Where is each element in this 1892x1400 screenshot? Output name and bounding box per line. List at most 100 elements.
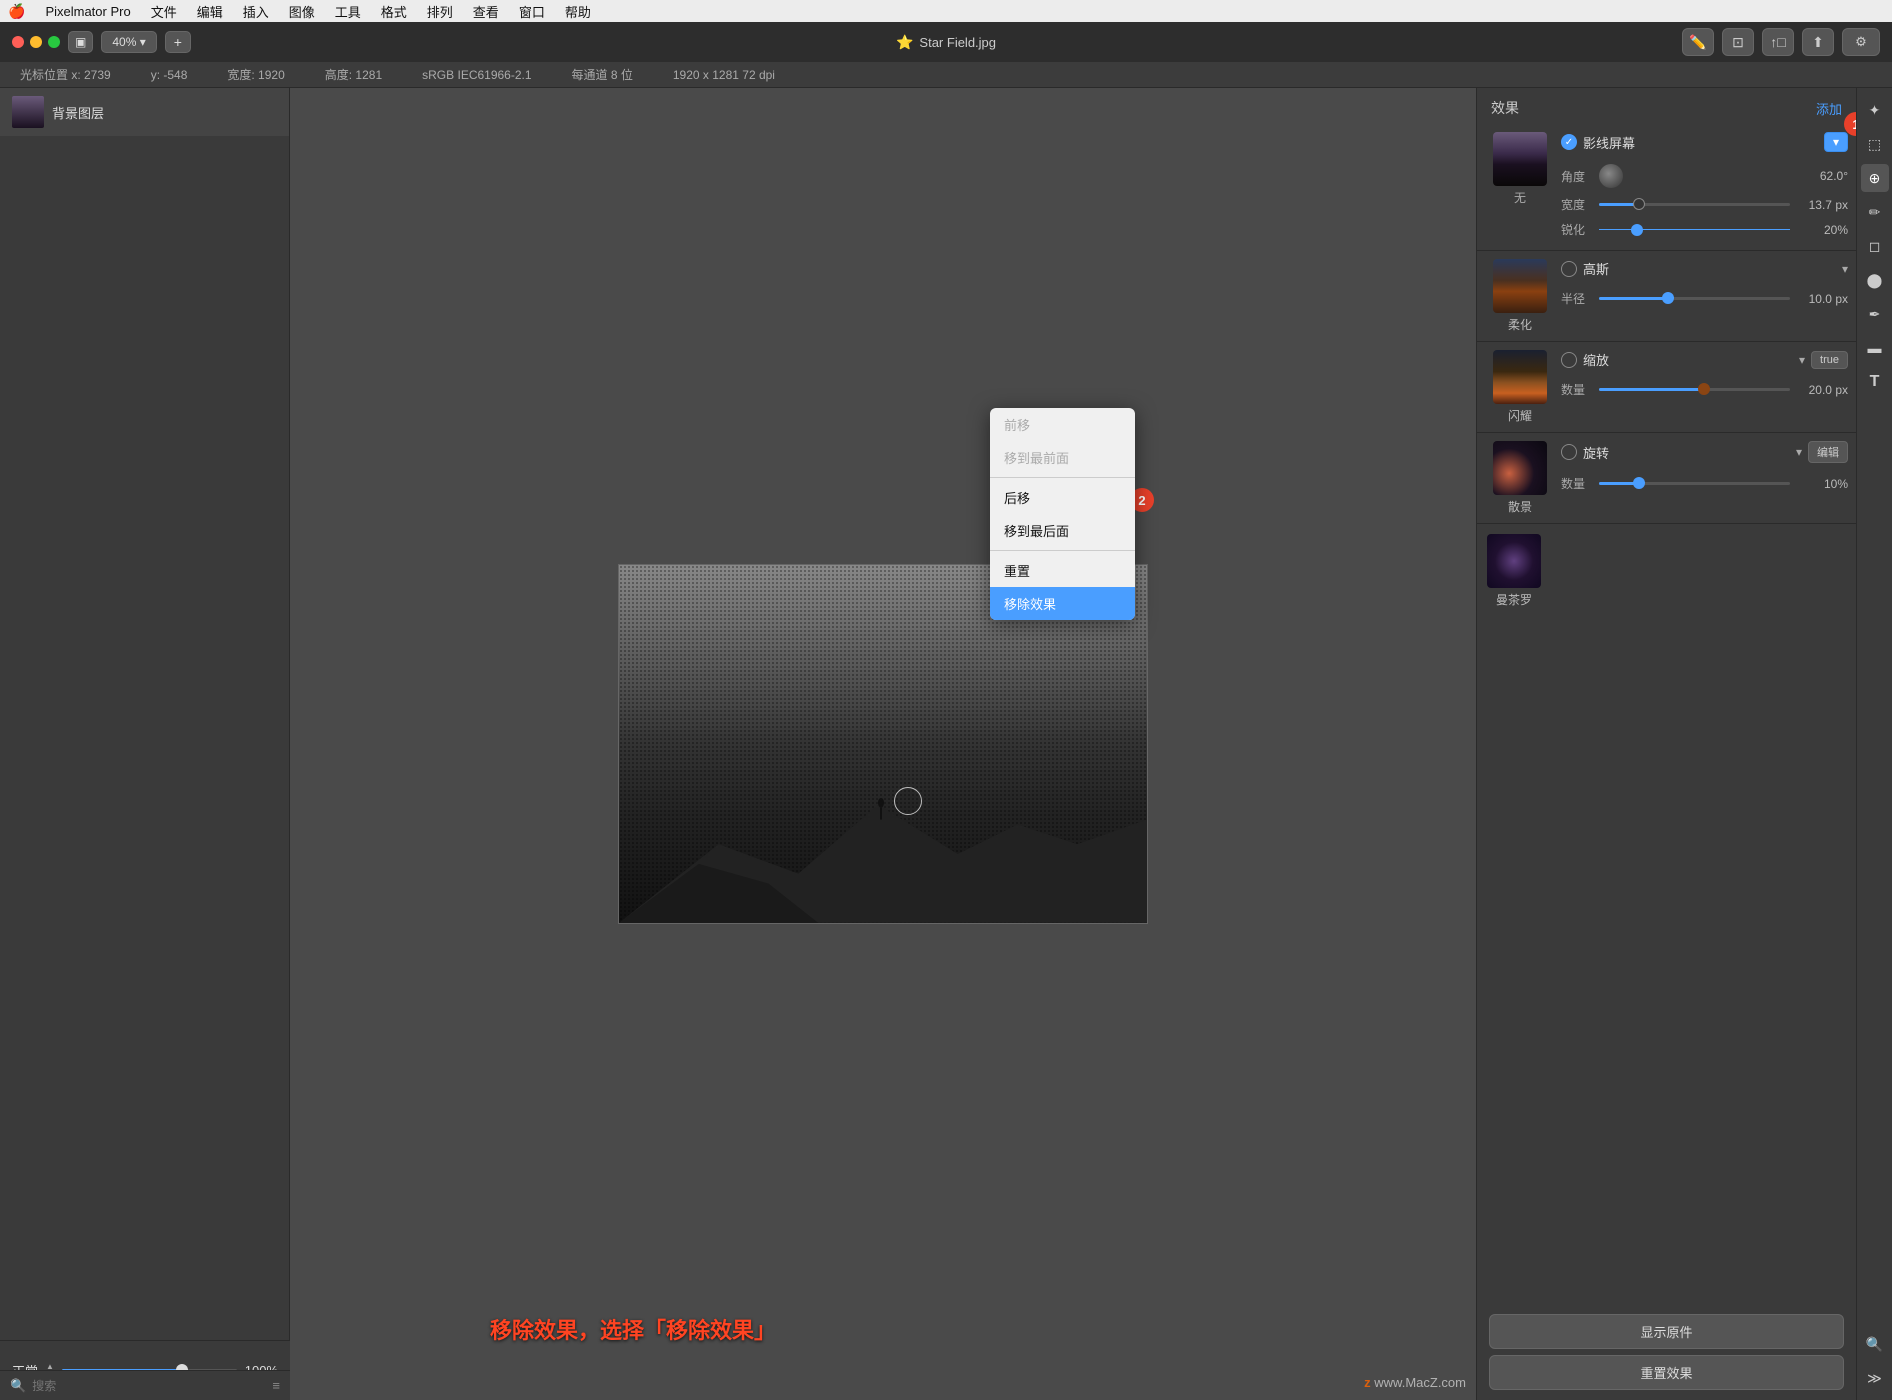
close-button[interactable] <box>12 36 24 48</box>
zoom-selector[interactable]: 40% ▾ <box>101 31 156 53</box>
effect-blur-content: 高斯 ▾ 半径 10.0 px <box>1561 259 1848 311</box>
menu-help[interactable]: 帮助 <box>557 0 599 22</box>
rotate-amount-slider[interactable] <box>1599 482 1790 485</box>
bottom-buttons: 显示原件 重置效果 <box>1477 1304 1856 1400</box>
maximize-button[interactable] <box>48 36 60 48</box>
menu-file[interactable]: 文件 <box>143 0 185 22</box>
crop-btn[interactable]: ⊡ <box>1722 28 1754 56</box>
list-icon[interactable]: ≡ <box>272 1378 280 1393</box>
angle-value: 62.0° <box>1798 169 1848 183</box>
eraser-tool-btn[interactable]: ◻ <box>1861 232 1889 260</box>
text-tool-btn[interactable]: T <box>1861 368 1889 396</box>
dimensions: 1920 x 1281 72 dpi <box>673 68 775 82</box>
effect-zoom-content: 缩放 ▾ true 数量 20.0 px <box>1561 350 1848 402</box>
far-right-toolbar: ✦ ⬚ ⊕ ✏ ◻ ⬤ ✒ ▬ T 🔍 ≫ <box>1856 88 1892 1400</box>
expand-btn[interactable]: ≫ <box>1861 1364 1889 1392</box>
toolbar-right: ✏️ ⊡ ↑□ ⬆ ⚙ <box>1682 28 1880 56</box>
effects-tool-btn[interactable]: ⊕ <box>1861 164 1889 192</box>
menu-format[interactable]: 格式 <box>373 0 415 22</box>
apple-logo[interactable]: 🍎 <box>8 3 25 20</box>
search-input[interactable] <box>32 1379 266 1393</box>
search-icon: 🔍 <box>10 1378 26 1394</box>
zoom-amount-row: 数量 20.0 px <box>1561 377 1848 402</box>
effect-zoom-name: 缩放 <box>1583 350 1793 369</box>
effects-title: 效果 <box>1491 98 1519 118</box>
section-divider-2 <box>1477 341 1856 342</box>
sharpness-value: 20% <box>1798 223 1848 237</box>
no-effect-label: 无 <box>1514 189 1526 206</box>
info-bar: 光标位置 x: 2739 y: -548 宽度: 1920 高度: 1281 s… <box>0 62 1892 88</box>
vignette-width-row: 宽度 13.7 px <box>1561 192 1848 217</box>
title-bar: ▣ 40% ▾ + ⭐ Star Field.jpg ✏️ ⊡ ↑□ ⬆ ⚙ <box>0 22 1892 62</box>
image-width: 宽度: 1920 <box>227 66 284 83</box>
zoom-dropdown-arrow[interactable]: ▾ <box>1799 353 1805 367</box>
settings-btn[interactable]: ⚙ <box>1842 28 1880 56</box>
traffic-lights <box>12 36 60 48</box>
layer-name: 背景图层 <box>52 103 104 122</box>
vignette-width-slider[interactable] <box>1599 203 1790 206</box>
effect-zoom-checkbox[interactable] <box>1561 352 1577 368</box>
view-toggle-icon: ▣ <box>75 35 86 49</box>
effect-zoom-preview: 闪耀 <box>1485 350 1555 424</box>
select-rect-btn[interactable]: ⬚ <box>1861 130 1889 158</box>
export-btn[interactable]: ↑□ <box>1762 28 1794 56</box>
more-effects-row: 曼茶罗 <box>1477 528 1856 614</box>
reset-effects-btn[interactable]: 重置效果 <box>1489 1355 1844 1390</box>
effect-blur-checkbox[interactable] <box>1561 261 1577 277</box>
colorspace: sRGB IEC61966-2.1 <box>422 68 531 82</box>
add-effect-button[interactable]: 添加 <box>1816 99 1842 118</box>
width-value: 13.7 px <box>1798 198 1848 212</box>
angle-circle[interactable] <box>1599 164 1623 188</box>
blur-radius-label: 半径 <box>1561 290 1591 307</box>
menu-pixelmator[interactable]: Pixelmator Pro <box>37 0 138 22</box>
menu-insert[interactable]: 插入 <box>235 0 277 22</box>
color-picker-btn[interactable]: 🔍 <box>1861 1330 1889 1358</box>
menu-view[interactable]: 查看 <box>465 0 507 22</box>
effect-zoom-name-row: 缩放 ▾ true <box>1561 350 1848 369</box>
effect-zoom-edit-btn[interactable]: true <box>1811 351 1848 369</box>
vignette-sharpness-row: 锐化 20% <box>1561 217 1848 242</box>
layer-item[interactable]: 背景图层 <box>0 88 289 136</box>
effect-mandala-thumb <box>1487 534 1541 588</box>
layer-thumbnail <box>12 96 44 128</box>
effect-blur-thumb <box>1493 259 1547 313</box>
menu-edit[interactable]: 编辑 <box>189 0 231 22</box>
menu-tools[interactable]: 工具 <box>327 0 369 22</box>
effect-mandala-label: 曼茶罗 <box>1496 591 1532 608</box>
zoom-amount-label: 数量 <box>1561 381 1591 398</box>
blur-radius-slider[interactable] <box>1599 297 1790 300</box>
effect-vignette-row: 无 ✓ 影线屏幕 ▾ 1 角度 <box>1477 128 1856 246</box>
effect-rotate-edit-btn[interactable]: 编辑 <box>1808 441 1848 463</box>
effect-vignette-dropdown-btn[interactable]: ▾ <box>1824 132 1848 152</box>
blur-radius-value: 10.0 px <box>1798 292 1848 306</box>
shape-rect-btn[interactable]: ▬ <box>1861 334 1889 362</box>
effect-rotate-name-row: 旋转 ▾ 编辑 <box>1561 441 1848 463</box>
file-name: Star Field.jpg <box>919 35 996 50</box>
effect-rotate-content: 旋转 ▾ 编辑 数量 10% <box>1561 441 1848 496</box>
effect-rotate-checkbox[interactable] <box>1561 444 1577 460</box>
menu-bar: 🍎 Pixelmator Pro 文件 编辑 插入 图像 工具 格式 排列 查看… <box>0 0 1892 22</box>
menu-arrange[interactable]: 排列 <box>419 0 461 22</box>
pen-tool-btn[interactable]: ✒ <box>1861 300 1889 328</box>
rotate-dropdown-arrow[interactable]: ▾ <box>1796 445 1802 459</box>
blur-dropdown-arrow[interactable]: ▾ <box>1842 262 1848 276</box>
select-tool-btn[interactable]: ✦ <box>1861 96 1889 124</box>
brush-tool-btn[interactable]: ✏️ <box>1682 28 1714 56</box>
share-btn[interactable]: ⬆ <box>1802 28 1834 56</box>
show-original-btn[interactable]: 显示原件 <box>1489 1314 1844 1349</box>
view-toggle[interactable]: ▣ <box>68 31 93 53</box>
annotation-text: 移除效果，选择「移除效果」 <box>490 1313 776 1345</box>
paint-tool-btn[interactable]: ✏ <box>1861 198 1889 226</box>
vignette-angle-row: 角度 62.0° <box>1561 160 1848 192</box>
canvas-area[interactable]: 移除效果，选择「移除效果」 z www.MacZ.com <box>290 88 1476 1400</box>
effect-vignette-checkbox[interactable]: ✓ <box>1561 134 1577 150</box>
add-canvas-button[interactable]: + <box>165 31 191 53</box>
effect-vignette-thumb <box>1493 132 1547 186</box>
menu-window[interactable]: 窗口 <box>511 0 553 22</box>
effect-zoom-row: 闪耀 缩放 ▾ true 数量 20.0 px <box>1477 346 1856 428</box>
menu-image[interactable]: 图像 <box>281 0 323 22</box>
zoom-amount-slider[interactable] <box>1599 388 1790 391</box>
mountain-svg <box>619 726 1147 923</box>
minimize-button[interactable] <box>30 36 42 48</box>
fill-tool-btn[interactable]: ⬤ <box>1861 266 1889 294</box>
